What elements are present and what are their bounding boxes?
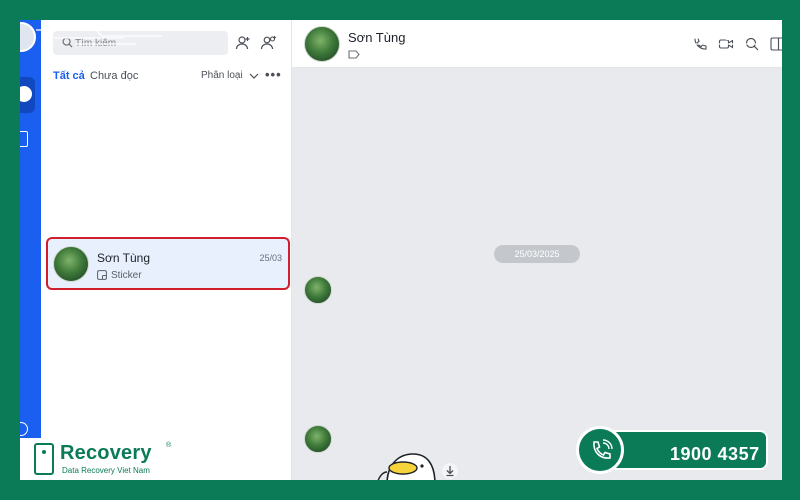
conversation-panel: Tất cả Chưa đọc Phân loại ••• Sơn Tùng 2… xyxy=(41,20,292,480)
hotline-circle xyxy=(576,426,624,474)
recovery-logo: Recovery ® Data Recovery Viet Nam xyxy=(20,438,210,480)
create-group-icon[interactable] xyxy=(260,34,278,52)
hotline-badge[interactable]: 1900 4357 xyxy=(576,426,768,474)
brand-tagline: Data Recovery Viet Nam xyxy=(62,466,150,475)
add-friend-icon[interactable] xyxy=(234,34,252,52)
chat-contact-avatar[interactable] xyxy=(304,26,340,62)
message-avatar[interactable] xyxy=(304,425,332,453)
download-icon xyxy=(446,466,454,477)
brand-icon xyxy=(34,443,54,475)
circuit-decoration xyxy=(36,20,174,45)
sticker-image[interactable] xyxy=(347,450,442,480)
user-avatar[interactable] xyxy=(20,22,36,52)
message-avatar[interactable] xyxy=(304,276,332,304)
cloud-icon[interactable] xyxy=(20,422,28,436)
tab-all[interactable]: Tất cả xyxy=(53,70,85,82)
sticker-icon xyxy=(97,270,107,280)
filter-dropdown[interactable]: Phân loại xyxy=(201,70,243,81)
contacts-icon[interactable] xyxy=(20,131,28,147)
phone-call-icon xyxy=(593,439,613,459)
circuit-decoration xyxy=(630,21,780,45)
more-options-button[interactable]: ••• xyxy=(265,67,282,82)
contact-avatar xyxy=(53,246,89,282)
chat-messages[interactable]: 25/03/2025 xyxy=(292,68,782,480)
registered-mark: ® xyxy=(166,442,172,449)
nav-rail xyxy=(20,20,41,480)
date-separator: 25/03/2025 xyxy=(494,245,580,263)
chat-contact-name[interactable]: Sơn Tùng xyxy=(348,30,405,45)
label-tag-icon[interactable] xyxy=(348,50,360,59)
chevron-down-icon[interactable] xyxy=(249,73,259,80)
app-window: Tất cả Chưa đọc Phân loại ••• Sơn Tùng 2… xyxy=(20,20,782,480)
conversation-name: Sơn Tùng xyxy=(97,251,151,265)
tab-unread[interactable]: Chưa đọc xyxy=(90,70,138,82)
conversation-item[interactable]: Sơn Tùng 25/03 Sticker xyxy=(46,237,290,290)
hotline-number: 1900 4357 xyxy=(670,444,760,464)
chat-bubble-icon xyxy=(20,86,32,102)
brand-name: Recovery xyxy=(60,442,152,464)
rail-messages-button[interactable] xyxy=(20,77,35,113)
conversation-time: 25/03 xyxy=(259,253,282,263)
conversation-preview: Sticker xyxy=(111,270,142,281)
download-button[interactable] xyxy=(442,463,458,479)
